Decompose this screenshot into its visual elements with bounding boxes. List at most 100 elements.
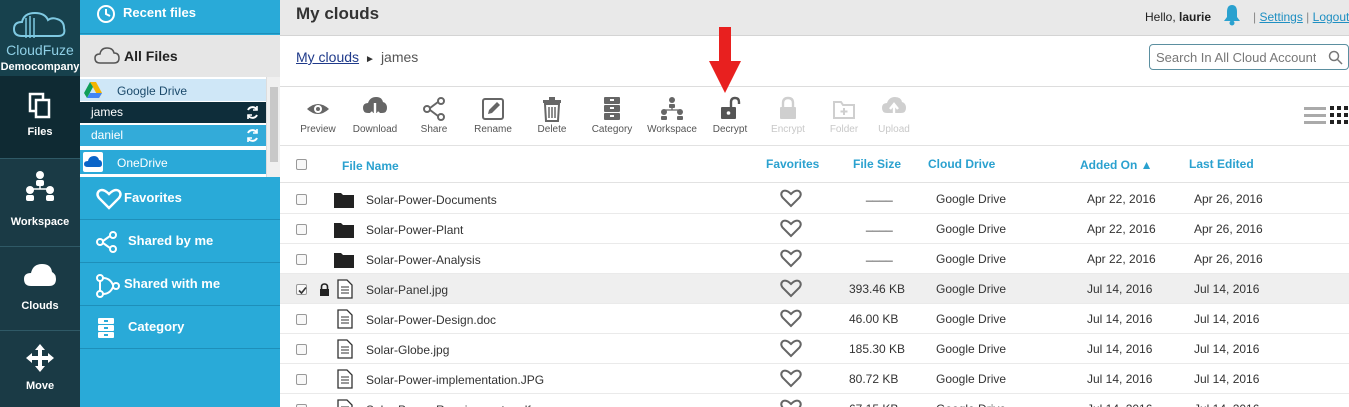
- column-favorites[interactable]: Favorites: [766, 157, 819, 171]
- cloud-drive: Google Drive: [936, 252, 1007, 266]
- favorite-toggle[interactable]: [780, 309, 802, 331]
- column-last-edited[interactable]: Last Edited: [1189, 157, 1254, 171]
- encrypt-button[interactable]: Encrypt: [760, 96, 816, 138]
- rail-divider: [0, 330, 80, 331]
- heart-icon: [780, 369, 802, 388]
- tool-label: Encrypt: [771, 124, 805, 135]
- greeting: Hello, laurie: [1145, 10, 1211, 24]
- files-icon: [28, 92, 51, 119]
- row-checkbox[interactable]: [296, 194, 307, 205]
- nav-label: All Files: [124, 48, 178, 64]
- grid-view-icon[interactable]: [1330, 106, 1349, 125]
- category-button[interactable]: Category: [584, 96, 640, 138]
- row-type: [334, 252, 354, 271]
- column-cloud-drive[interactable]: Cloud Drive: [928, 157, 995, 171]
- tree-scrollbar[interactable]: [266, 77, 280, 177]
- share-button[interactable]: Share: [406, 96, 462, 138]
- column-added-on[interactable]: Added On ▲: [1080, 158, 1153, 172]
- file-name[interactable]: Solar-Power-Requirements.pdf: [366, 403, 531, 407]
- row-checkbox[interactable]: [296, 284, 307, 295]
- row-checkbox[interactable]: [296, 344, 307, 355]
- sync-icon[interactable]: [245, 128, 260, 143]
- nav-recent-files[interactable]: Recent files: [80, 0, 280, 34]
- tree-account-daniel[interactable]: daniel: [80, 125, 266, 146]
- table-row[interactable]: Solar-Power-Requirements.pdf 67.15 KB Goog…: [280, 394, 1349, 407]
- nav-shared-by-me[interactable]: Shared by me: [80, 221, 280, 263]
- rail-item-workspace[interactable]: Workspace: [0, 170, 80, 242]
- table-row[interactable]: Solar-Power-implementation.JPG 80.72 KB Go…: [280, 364, 1349, 394]
- table-row[interactable]: Solar-Power-Design.doc 46.00 KB Google Dri…: [280, 304, 1349, 334]
- file-name[interactable]: Solar-Panel.jpg: [366, 283, 448, 297]
- rail-item-clouds[interactable]: Clouds: [0, 262, 80, 328]
- row-checkbox[interactable]: [296, 314, 307, 325]
- table-row[interactable]: Solar-Power-Analysis ____ Google Drive Apr …: [280, 244, 1349, 274]
- column-file-name[interactable]: File Name: [342, 159, 399, 173]
- favorite-toggle[interactable]: [780, 249, 802, 271]
- file-name[interactable]: Solar-Power-Design.doc: [366, 313, 496, 327]
- search-input[interactable]: [1156, 49, 1316, 66]
- tree-account-james[interactable]: james: [80, 102, 266, 123]
- favorite-toggle[interactable]: [780, 339, 802, 361]
- file-size: 185.30 KB: [849, 342, 906, 356]
- tree-onedrive[interactable]: OneDrive: [80, 150, 266, 174]
- row-type: [337, 309, 353, 332]
- nav-shared-with-me[interactable]: Shared with me: [80, 264, 280, 306]
- eye-icon: [307, 104, 329, 114]
- heart-icon: [780, 279, 802, 298]
- select-all-checkbox[interactable]: [296, 159, 307, 170]
- file-name[interactable]: Solar-Power-Documents: [366, 193, 497, 207]
- logout-link[interactable]: Logout: [1313, 10, 1349, 24]
- tree-google-drive[interactable]: Google Drive: [80, 79, 266, 101]
- rename-button[interactable]: Rename: [465, 96, 521, 138]
- file-name[interactable]: Solar-Globe.jpg: [366, 343, 449, 357]
- favorite-toggle[interactable]: [780, 279, 802, 301]
- nav-favorites[interactable]: Favorites: [80, 178, 280, 220]
- list-view-icon[interactable]: [1304, 106, 1326, 124]
- delete-button[interactable]: Delete: [524, 96, 580, 138]
- sync-icon[interactable]: [245, 105, 260, 120]
- nav-category[interactable]: Category: [80, 307, 280, 349]
- row-checkbox[interactable]: [296, 254, 307, 265]
- new-folder-button[interactable]: Folder: [816, 96, 872, 138]
- upload-button[interactable]: Upload: [866, 96, 922, 138]
- table-row[interactable]: Solar-Power-Plant ____ Google Drive Apr 22,…: [280, 214, 1349, 244]
- file-name[interactable]: Solar-Power-Plant: [366, 223, 463, 237]
- cloud-drive: Google Drive: [936, 282, 1007, 296]
- file-name[interactable]: Solar-Power-Analysis: [366, 253, 481, 267]
- settings-link[interactable]: Settings: [1259, 10, 1302, 24]
- table-row[interactable]: Solar-Panel.jpg 393.46 KB Google Drive Jul …: [280, 274, 1349, 304]
- favorite-toggle[interactable]: [780, 189, 802, 211]
- favorite-toggle[interactable]: [780, 369, 802, 391]
- breadcrumb-root[interactable]: My clouds: [296, 49, 359, 65]
- heart-icon: [96, 188, 122, 210]
- rail-item-files[interactable]: Files: [0, 76, 80, 158]
- main-content: My clouds Hello, laurie | Settings | Log…: [280, 0, 1349, 407]
- column-file-size[interactable]: File Size: [853, 157, 901, 171]
- row-type: [334, 192, 354, 211]
- rail-item-move[interactable]: Move: [0, 342, 80, 404]
- onedrive-icon: [83, 152, 103, 172]
- bell-icon[interactable]: [1220, 3, 1244, 27]
- category-icon: [98, 318, 114, 338]
- search-icon[interactable]: [1328, 50, 1343, 65]
- cloud-drive: Google Drive: [936, 372, 1007, 386]
- tree-scrollbar-thumb[interactable]: [270, 87, 278, 162]
- file-size: ____: [866, 218, 893, 232]
- breadcrumb-current: james: [380, 49, 419, 65]
- added-on: Apr 22, 2016: [1087, 252, 1156, 266]
- nav-all-files[interactable]: All Files: [80, 35, 280, 77]
- decrypt-button[interactable]: Decrypt: [702, 96, 758, 138]
- unlock-icon: [721, 96, 741, 119]
- row-checkbox[interactable]: [296, 374, 307, 385]
- row-checkbox[interactable]: [296, 224, 307, 235]
- table-row[interactable]: Solar-Globe.jpg 185.30 KB Google Drive Jul …: [280, 334, 1349, 364]
- preview-button[interactable]: Preview: [290, 96, 346, 138]
- table-row[interactable]: Solar-Power-Documents ____ Google Drive Apr…: [280, 184, 1349, 214]
- favorite-toggle[interactable]: [780, 219, 802, 241]
- download-button[interactable]: Download: [347, 96, 403, 138]
- file-name[interactable]: Solar-Power-implementation.JPG: [366, 373, 544, 387]
- workspace-button[interactable]: Workspace: [642, 96, 702, 138]
- last-edited: Jul 14, 2016: [1194, 342, 1260, 356]
- favorite-toggle[interactable]: [780, 399, 802, 407]
- file-icon: [337, 399, 353, 407]
